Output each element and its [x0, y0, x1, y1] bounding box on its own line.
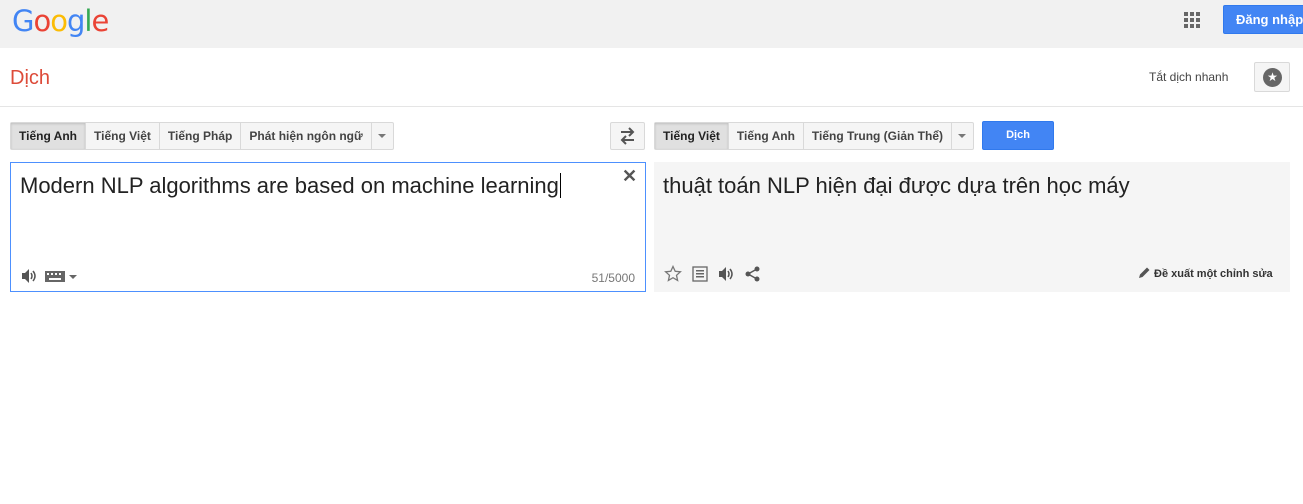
pencil-icon — [1139, 267, 1150, 278]
signin-button[interactable]: Đăng nhập — [1223, 5, 1303, 34]
close-icon[interactable]: ✕ — [622, 166, 637, 187]
source-lang-vietnamese[interactable]: Tiếng Việt — [86, 123, 160, 149]
title-bar: Dịch Tắt dịch nhanh ★ — [0, 48, 1303, 107]
page-title: Dịch — [10, 67, 51, 89]
result-area: thuật toán NLP hiện đại được dựa trên họ… — [654, 162, 1290, 292]
character-count: 51/5000 — [591, 271, 635, 285]
source-lang-french[interactable]: Tiếng Pháp — [160, 123, 242, 149]
phrasebook-button[interactable]: ★ — [1254, 62, 1290, 92]
list-icon[interactable] — [691, 265, 709, 283]
logo-letter: l — [84, 4, 92, 38]
star-icon: ★ — [1263, 68, 1282, 87]
source-text[interactable]: Modern NLP algorithms are based on machi… — [20, 173, 620, 199]
instant-translate-toggle[interactable]: Tắt dịch nhanh — [1149, 70, 1228, 84]
suggest-edit-label: Đề xuất một chỉnh sửa — [1154, 268, 1273, 280]
source-lang-detect[interactable]: Phát hiện ngôn ngữ — [241, 123, 372, 149]
swap-languages-button[interactable] — [610, 122, 645, 150]
target-lang-dropdown[interactable] — [952, 123, 973, 149]
source-text-value: Modern NLP algorithms are based on machi… — [20, 173, 559, 198]
logo-letter: g — [66, 4, 85, 38]
source-text-area[interactable]: Modern NLP algorithms are based on machi… — [10, 162, 646, 292]
translate-button[interactable]: Dịch — [982, 121, 1054, 150]
share-icon[interactable] — [744, 265, 762, 283]
target-lang-english[interactable]: Tiếng Anh — [729, 123, 804, 149]
logo-letter: o — [50, 4, 68, 38]
speaker-icon[interactable] — [717, 265, 735, 283]
suggest-edit-link[interactable]: Đề xuất một chỉnh sửa — [1138, 266, 1273, 280]
target-lang-chinese-simplified[interactable]: Tiếng Trung (Giản Thể) — [804, 123, 953, 149]
source-lang-dropdown[interactable] — [372, 123, 393, 149]
top-bar: Google Đăng nhập — [0, 0, 1303, 48]
logo-letter: o — [33, 4, 51, 38]
source-lang-english[interactable]: Tiếng Anh — [11, 123, 86, 149]
apps-grid-icon[interactable] — [1184, 12, 1200, 28]
google-logo[interactable]: Google — [12, 4, 109, 38]
swap-arrows-icon — [620, 127, 635, 145]
source-language-bar: Tiếng Anh Tiếng Việt Tiếng Pháp Phát hiệ… — [10, 122, 394, 150]
logo-letter: G — [12, 4, 35, 38]
translated-text[interactable]: thuật toán NLP hiện đại được dựa trên họ… — [663, 173, 1130, 199]
star-outline-icon[interactable] — [664, 265, 682, 283]
speaker-icon[interactable] — [20, 268, 38, 284]
target-language-bar: Tiếng Việt Tiếng Anh Tiếng Trung (Giản T… — [654, 122, 975, 150]
keyboard-icon[interactable] — [44, 268, 80, 284]
text-caret — [559, 173, 561, 198]
target-lang-vietnamese[interactable]: Tiếng Việt — [655, 123, 729, 149]
logo-letter: e — [91, 4, 109, 38]
